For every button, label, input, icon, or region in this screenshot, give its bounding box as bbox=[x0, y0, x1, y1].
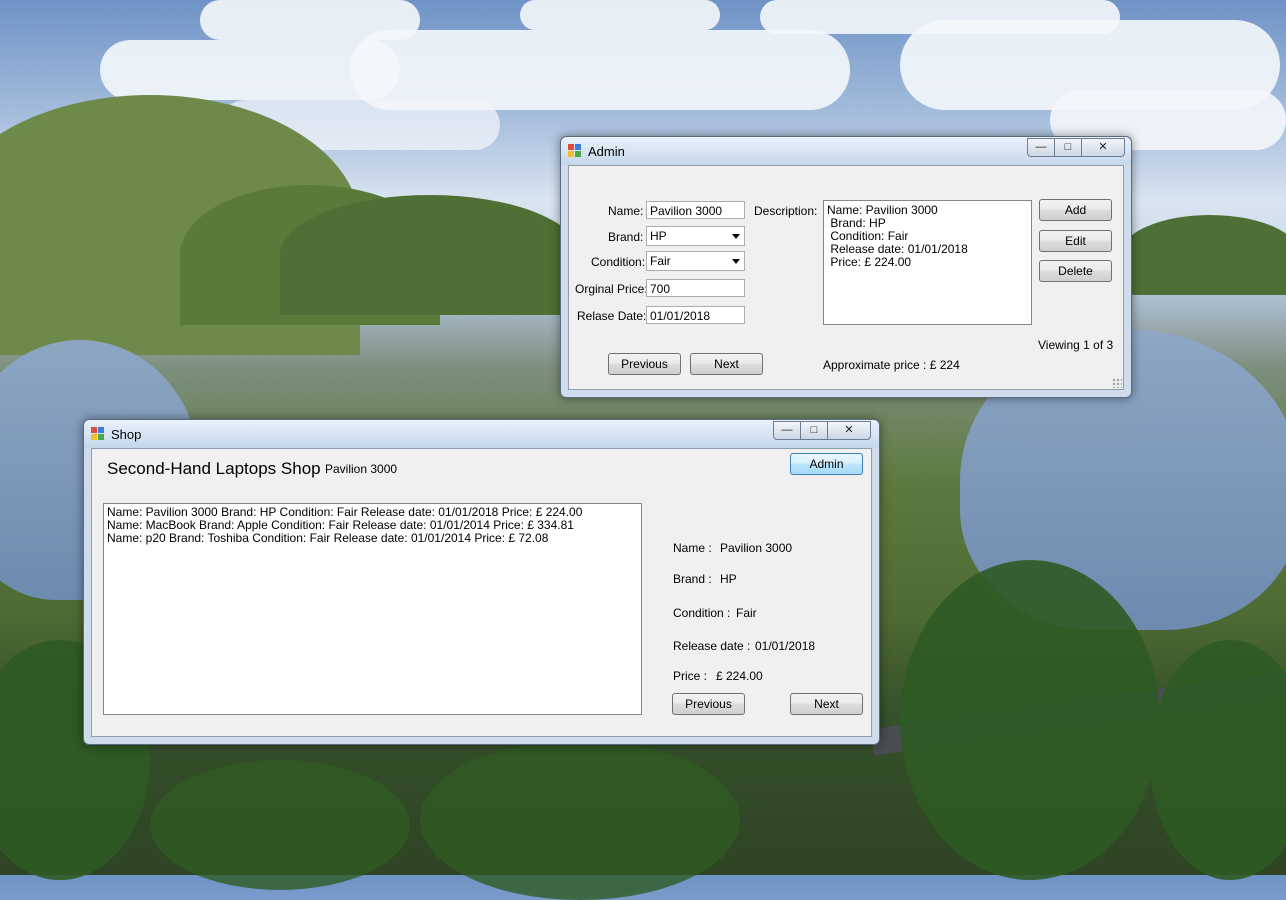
dropdown-arrow-icon bbox=[732, 234, 740, 239]
minimize-button[interactable]: — bbox=[773, 421, 801, 440]
description-line: Price: £ 224.00 bbox=[827, 255, 912, 269]
maximize-button[interactable]: □ bbox=[1054, 138, 1082, 157]
description-textarea[interactable]: Name: Pavilion 3000 Brand: HP Condition:… bbox=[823, 200, 1032, 325]
condition-label: Condition: bbox=[591, 255, 646, 269]
dropdown-arrow-icon bbox=[732, 259, 740, 264]
form-app-icon bbox=[568, 144, 581, 157]
condition-select-value: Fair bbox=[650, 254, 671, 268]
selected-laptop-name: Pavilion 3000 bbox=[325, 462, 398, 476]
maximize-button[interactable]: □ bbox=[800, 421, 828, 440]
list-item[interactable]: Name: p20 Brand: Toshiba Condition: Fair… bbox=[107, 532, 638, 545]
admin-window-title: Admin bbox=[588, 144, 625, 159]
detail-name-value: Pavilion 3000 bbox=[720, 541, 793, 555]
viewing-counter: Viewing 1 of 3 bbox=[1038, 338, 1114, 352]
admin-client-area: Name: Brand: Condition: Orginal Price: R… bbox=[568, 165, 1124, 390]
condition-select[interactable]: Fair bbox=[646, 251, 745, 271]
original-price-field[interactable]: 700 bbox=[646, 279, 745, 297]
shop-window: Shop — □ ✕ Second-Hand Laptops Shop Pavi… bbox=[83, 419, 880, 745]
name-field[interactable]: Pavilion 3000 bbox=[646, 201, 745, 219]
original-price-label: Orginal Price: bbox=[575, 282, 648, 296]
admin-titlebar[interactable]: Admin — □ ✕ bbox=[561, 137, 1131, 165]
laptop-listbox[interactable]: Name: Pavilion 3000 Brand: HP Condition:… bbox=[103, 503, 642, 715]
admin-next-button[interactable]: Next bbox=[690, 353, 763, 375]
brand-select-value: HP bbox=[650, 229, 667, 243]
shop-client-area: Second-Hand Laptops Shop Pavilion 3000 A… bbox=[91, 448, 872, 737]
detail-price-label: Price : bbox=[673, 669, 708, 683]
shop-titlebar[interactable]: Shop — □ ✕ bbox=[84, 420, 879, 448]
description-label: Description: bbox=[754, 204, 818, 218]
admin-button[interactable]: Admin bbox=[790, 453, 863, 475]
release-date-label: Relase Date: bbox=[577, 309, 647, 323]
minimize-button[interactable]: — bbox=[1027, 138, 1055, 157]
brand-select[interactable]: HP bbox=[646, 226, 745, 246]
detail-brand-label: Brand : bbox=[673, 572, 712, 586]
detail-name-label: Name : bbox=[673, 541, 712, 555]
admin-previous-button[interactable]: Previous bbox=[608, 353, 681, 375]
shop-heading: Second-Hand Laptops Shop bbox=[107, 459, 321, 478]
approximate-price: Approximate price : £ 224 bbox=[823, 358, 960, 372]
detail-condition-value: Fair bbox=[736, 606, 757, 620]
release-date-field[interactable]: 01/01/2018 bbox=[646, 306, 745, 324]
detail-brand-value: HP bbox=[720, 572, 737, 586]
edit-button[interactable]: Edit bbox=[1039, 230, 1112, 252]
shop-window-title: Shop bbox=[111, 427, 142, 442]
admin-window: Admin — □ ✕ Name: Brand: Condition: Orgi… bbox=[560, 136, 1132, 398]
name-label: Name: bbox=[608, 204, 644, 218]
detail-release-label: Release date : bbox=[673, 639, 751, 653]
shop-previous-button[interactable]: Previous bbox=[672, 693, 745, 715]
resize-grip[interactable] bbox=[1112, 378, 1122, 388]
add-button[interactable]: Add bbox=[1039, 199, 1112, 221]
delete-button[interactable]: Delete bbox=[1039, 260, 1112, 282]
shop-next-button[interactable]: Next bbox=[790, 693, 863, 715]
detail-condition-label: Condition : bbox=[673, 606, 731, 620]
close-button[interactable]: ✕ bbox=[1081, 138, 1125, 157]
close-button[interactable]: ✕ bbox=[827, 421, 871, 440]
form-app-icon bbox=[91, 427, 104, 440]
brand-label: Brand: bbox=[608, 230, 644, 244]
detail-release-value: 01/01/2018 bbox=[755, 639, 816, 653]
detail-price-value: £ 224.00 bbox=[716, 669, 763, 683]
